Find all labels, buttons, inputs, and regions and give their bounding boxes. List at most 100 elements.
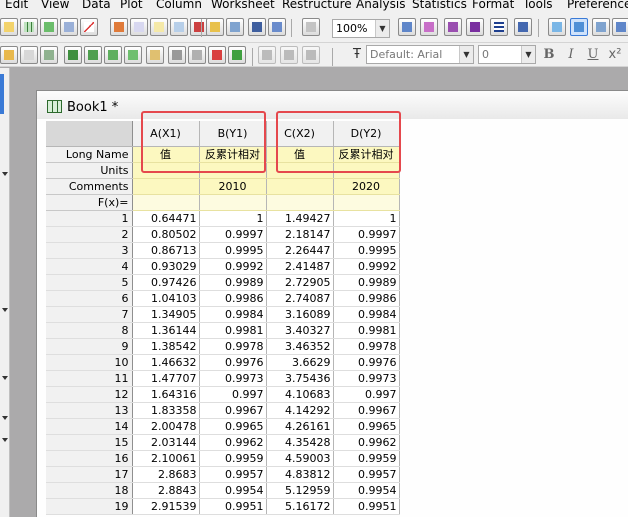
cell-d[interactable]: 0.9978 — [333, 338, 400, 355]
cell-a[interactable]: 1.36144 — [132, 322, 200, 339]
superscript-icon[interactable]: x² — [606, 46, 624, 64]
project-explorer-button[interactable] — [398, 18, 416, 36]
add-column-button[interactable] — [0, 46, 18, 64]
cell-a[interactable]: 1.83358 — [132, 402, 200, 419]
copy-button[interactable] — [280, 46, 298, 64]
cell-b[interactable]: 0.9976 — [199, 354, 267, 371]
set-y-button[interactable] — [104, 46, 122, 64]
cell-c[interactable]: 2.18147 — [266, 226, 334, 243]
open-template-button[interactable] — [226, 18, 244, 36]
menu-restructure[interactable]: Restructure — [282, 0, 352, 12]
long-name-cell-b[interactable]: 反累计相对 — [199, 146, 267, 163]
object-manager-button[interactable] — [466, 18, 484, 36]
units-cell-c[interactable] — [266, 162, 334, 179]
cell-b[interactable]: 0.9954 — [199, 482, 267, 499]
row-header[interactable]: 13 — [46, 402, 133, 419]
row-header[interactable]: 14 — [46, 418, 133, 435]
column-header-b[interactable]: B(Y1) — [199, 121, 267, 147]
dock-tab[interactable] — [0, 74, 4, 114]
bold-button[interactable]: B — [540, 46, 558, 64]
set-x-button[interactable] — [84, 46, 102, 64]
data-reader-button[interactable] — [592, 18, 610, 36]
long-name-cell-c[interactable]: 值 — [266, 146, 334, 163]
cell-a[interactable]: 0.97426 — [132, 274, 200, 291]
cell-c[interactable]: 5.16172 — [266, 498, 334, 515]
row-header[interactable]: 1 — [46, 210, 133, 227]
cell-b[interactable]: 0.9992 — [199, 258, 267, 275]
text-tool-icon[interactable]: Ŧ — [348, 46, 366, 64]
font-select[interactable]: Default: Arial ▼ — [366, 45, 474, 64]
cell-c[interactable]: 3.75436 — [266, 370, 334, 387]
cell-a[interactable]: 1.47707 — [132, 370, 200, 387]
units-cell-d[interactable] — [333, 162, 400, 179]
sort-button[interactable] — [40, 46, 58, 64]
cell-a[interactable]: 2.00478 — [132, 418, 200, 435]
menu-column[interactable]: Column — [156, 0, 202, 12]
cell-a[interactable]: 2.10061 — [132, 450, 200, 467]
cell-d[interactable]: 0.9997 — [333, 226, 400, 243]
fx-cell-b[interactable] — [199, 194, 267, 211]
new-excel-button[interactable] — [40, 18, 58, 36]
cell-a[interactable]: 1.38542 — [132, 338, 200, 355]
cell-d[interactable]: 0.9962 — [333, 434, 400, 451]
cell-b[interactable]: 0.9951 — [199, 498, 267, 515]
cell-a[interactable]: 1.04103 — [132, 290, 200, 307]
new-project-button[interactable] — [0, 18, 18, 36]
row-header[interactable]: 7 — [46, 306, 133, 323]
comments-cell-a[interactable] — [132, 178, 200, 195]
screen-reader-button[interactable] — [612, 18, 628, 36]
row-header[interactable]: 17 — [46, 466, 133, 483]
new-layout-button[interactable] — [130, 18, 148, 36]
cell-d[interactable]: 0.9951 — [333, 498, 400, 515]
recalculate-button[interactable] — [302, 18, 320, 36]
extract-button[interactable] — [188, 46, 206, 64]
find-button[interactable] — [548, 18, 566, 36]
message-log-button[interactable] — [514, 18, 532, 36]
row-header[interactable]: 4 — [46, 258, 133, 275]
cell-c[interactable]: 3.46352 — [266, 338, 334, 355]
menu-preferences[interactable]: Preferences — [567, 0, 628, 12]
cell-b[interactable]: 0.9965 — [199, 418, 267, 435]
row-header[interactable]: 10 — [46, 354, 133, 371]
cell-d[interactable]: 0.9959 — [333, 450, 400, 467]
cell-a[interactable]: 2.91539 — [132, 498, 200, 515]
copy-sheet-button[interactable] — [146, 46, 164, 64]
fx-cell-d[interactable] — [333, 194, 400, 211]
set-column-button[interactable] — [20, 46, 38, 64]
results-log-button[interactable] — [420, 18, 438, 36]
insert-button[interactable] — [208, 46, 226, 64]
select-all-corner[interactable] — [46, 121, 133, 147]
cell-b[interactable]: 0.997 — [199, 386, 267, 403]
cut-button[interactable] — [258, 46, 276, 64]
cell-a[interactable]: 2.8843 — [132, 482, 200, 499]
cell-c[interactable]: 2.74087 — [266, 290, 334, 307]
column-header-c[interactable]: C(X2) — [266, 121, 334, 147]
units-cell-b[interactable] — [199, 162, 267, 179]
cell-a[interactable]: 1.34905 — [132, 306, 200, 323]
row-header[interactable]: 12 — [46, 386, 133, 403]
comments-cell-c[interactable] — [266, 178, 334, 195]
row-header[interactable]: 6 — [46, 290, 133, 307]
cell-d[interactable]: 0.9989 — [333, 274, 400, 291]
zoom-tool-button[interactable] — [570, 18, 588, 36]
cell-c[interactable]: 2.72905 — [266, 274, 334, 291]
cell-d[interactable]: 1 — [333, 210, 400, 227]
cell-c[interactable]: 4.35428 — [266, 434, 334, 451]
new-graph-button[interactable] — [80, 18, 98, 36]
cell-a[interactable]: 0.86713 — [132, 242, 200, 259]
cell-b[interactable]: 0.9962 — [199, 434, 267, 451]
open-button[interactable] — [206, 18, 224, 36]
row-header[interactable]: 5 — [46, 274, 133, 291]
dock-arrow-icon[interactable] — [2, 416, 8, 420]
new-matrix-button[interactable] — [60, 18, 78, 36]
cell-d[interactable]: 0.997 — [333, 386, 400, 403]
row-header[interactable]: 19 — [46, 498, 133, 515]
cell-d[interactable]: 0.9957 — [333, 466, 400, 483]
cell-d[interactable]: 0.9965 — [333, 418, 400, 435]
long-name-cell-a[interactable]: 值 — [132, 146, 200, 163]
set-z-button[interactable] — [124, 46, 142, 64]
quick-help-button[interactable] — [490, 18, 508, 36]
cell-d[interactable]: 0.9954 — [333, 482, 400, 499]
row-label-comments[interactable]: Comments — [46, 178, 133, 195]
cell-c[interactable]: 5.12959 — [266, 482, 334, 499]
